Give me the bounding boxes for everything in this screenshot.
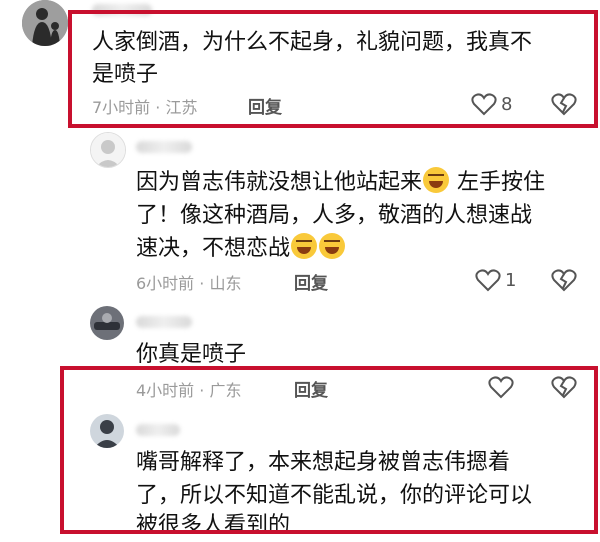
comment-text: 了！像这种酒局，人多，敬酒的人想速战 (136, 203, 533, 228)
like-button[interactable]: 1 (475, 268, 516, 292)
avatar[interactable] (22, 0, 68, 46)
username-blurred (136, 316, 192, 328)
comment-text: 因为曾志伟就没想让他站起来 左手按住 (136, 166, 545, 199)
reply-button[interactable]: 回复 (294, 269, 328, 294)
avatar[interactable] (90, 306, 124, 340)
dislike-button[interactable] (551, 268, 577, 296)
like-count: 1 (505, 269, 517, 291)
dislike-broken-heart-icon (551, 269, 577, 292)
laughing-emoji-icon (423, 167, 450, 193)
highlight-box (68, 10, 598, 128)
comment-meta: 6小时前 · 山东 (136, 274, 242, 293)
highlight-box (60, 366, 598, 534)
heart-outline-icon (475, 269, 501, 292)
comment-text: 速决，不想恋战 (136, 232, 346, 265)
username-blurred (136, 141, 192, 153)
sweat-smile-emoji-icon (319, 233, 346, 259)
sweat-smile-emoji-icon (291, 233, 318, 259)
avatar[interactable] (90, 132, 126, 168)
